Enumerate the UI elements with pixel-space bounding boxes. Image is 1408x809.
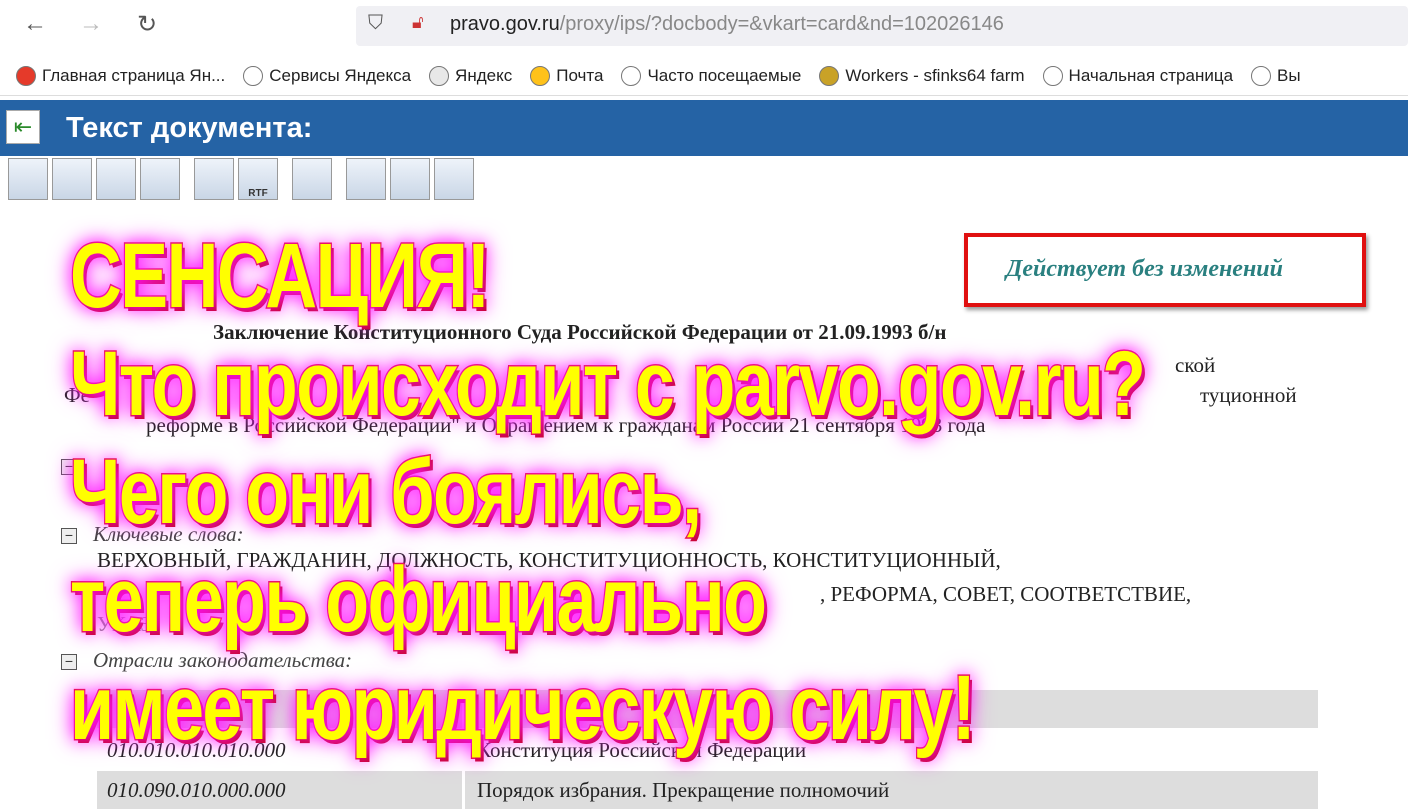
document-subtitle-fragment: ской — [1175, 353, 1216, 377]
collapse-panel-icon[interactable]: ⇤ — [6, 110, 40, 144]
bookmark-icon — [243, 65, 264, 86]
branch-code: 010.090.010.000.000 — [107, 778, 286, 802]
branch-name: Порядок избрания. Прекращение полномочий — [462, 771, 1318, 809]
table-row[interactable]: 010.090.010.000.000 Порядок избрания. Пре… — [97, 771, 1318, 809]
add-bookmark-icon[interactable] — [390, 158, 430, 200]
rtf-label: RTF — [248, 188, 268, 199]
keywords-line: , РЕФОРМА, СОВЕТ, СООТВЕТСТВИЕ, — [820, 582, 1192, 606]
document-toolbar: RTF — [8, 158, 474, 202]
bookmark-icon — [621, 65, 642, 86]
bookmark-item[interactable]: Вы — [1251, 65, 1301, 86]
keywords-line: УКАЗ — [97, 612, 152, 636]
branch-name: Конституция Российской Федерации — [462, 731, 1318, 769]
bookmark-item[interactable]: Яндекс — [429, 65, 513, 86]
print-icon[interactable] — [194, 158, 234, 200]
bookmark-item[interactable]: Workers - sfinks64 farm — [819, 65, 1025, 86]
bookmark-icon — [530, 65, 551, 86]
bookmark-label: Сервисы Яндекса — [269, 65, 412, 85]
collapse-toggle-icon[interactable]: − — [61, 528, 77, 544]
url-text[interactable]: pravo.gov.ru/proxy/ips/?docbody=&vkart=c… — [450, 13, 1004, 36]
back-icon[interactable]: ← — [20, 10, 50, 38]
reload-icon[interactable]: ↻ — [132, 10, 162, 39]
bookmarks-bar: Главная страница Ян... Сервисы Яндекса Янд… — [0, 56, 1408, 96]
branch-code: 010.010.010.010.000 — [107, 738, 286, 762]
bookmark-label: Начальная страница — [1068, 65, 1234, 85]
bookmark-icon — [429, 65, 450, 86]
document-title: Заключение Конституционного Суда Российс… — [213, 320, 947, 344]
bookmark-item[interactable]: Сервисы Яндекса — [243, 65, 412, 86]
bookmark-label: Главная страница Ян... — [42, 65, 226, 85]
search-document-icon[interactable] — [292, 158, 332, 200]
keywords-line: ВЕРХОВНЫЙ, ГРАЖДАНИН, ДОЛЖНОСТЬ, КОНСТИТ… — [97, 548, 1001, 572]
bookmark-label: Workers - sfinks64 farm — [845, 65, 1025, 85]
document-info-icon[interactable] — [52, 158, 92, 200]
table-header-row — [97, 690, 1318, 728]
bookmark-item[interactable]: Почта — [530, 65, 604, 86]
bookmark-item[interactable]: Главная страница Ян... — [16, 65, 226, 86]
bookmark-item[interactable]: Начальная страница — [1042, 65, 1234, 86]
collapse-toggle-icon[interactable]: − — [61, 459, 77, 475]
url-path: /proxy/ips/?docbody=&vkart=card&nd=10202… — [559, 13, 1004, 35]
bookmark-icon — [1251, 65, 1272, 86]
document-subtitle-fragment: туционной — [1200, 383, 1297, 407]
overlay-line: СЕНСАЦИЯ! — [69, 224, 492, 329]
document-links-icon[interactable] — [96, 158, 136, 200]
bookmark-icon — [1042, 65, 1063, 86]
compare-icon[interactable] — [434, 158, 474, 200]
document-subtitle-fragment: Фе — [64, 383, 90, 407]
page-title: Текст документа: — [66, 112, 313, 144]
bookmark-label: Вы — [1277, 65, 1301, 85]
collapse-toggle-icon[interactable]: − — [61, 654, 77, 670]
add-to-folder-icon[interactable] — [346, 158, 386, 200]
document-subtitle-line: реформе в Российской Федерации" и Обраще… — [146, 413, 986, 437]
shield-icon[interactable]: ⛉ — [368, 12, 383, 35]
bookmark-icon — [16, 65, 36, 86]
bookmark-icon — [819, 65, 840, 86]
linked-documents-icon[interactable] — [140, 158, 180, 200]
document-status: Действует без изменений — [1006, 256, 1283, 282]
bookmark-label: Почта — [556, 65, 604, 85]
insecure-lock-icon[interactable]: 🔓︎ — [412, 12, 424, 33]
table-row[interactable]: 010.010.010.010.000 Конституция Российско… — [97, 731, 1318, 769]
document-card-icon[interactable] — [8, 158, 48, 200]
export-rtf-icon[interactable]: RTF — [238, 158, 278, 200]
bookmark-label: Часто посещаемые — [647, 65, 802, 85]
url-domain: pravo.gov.ru — [450, 13, 560, 35]
bookmark-item[interactable]: Часто посещаемые — [621, 65, 802, 86]
keywords-label: Ключевые слова: — [93, 522, 244, 546]
branches-label: Отрасли законодательства: — [93, 648, 353, 672]
bookmark-label: Яндекс — [455, 65, 513, 85]
forward-icon[interactable]: → — [76, 10, 106, 38]
